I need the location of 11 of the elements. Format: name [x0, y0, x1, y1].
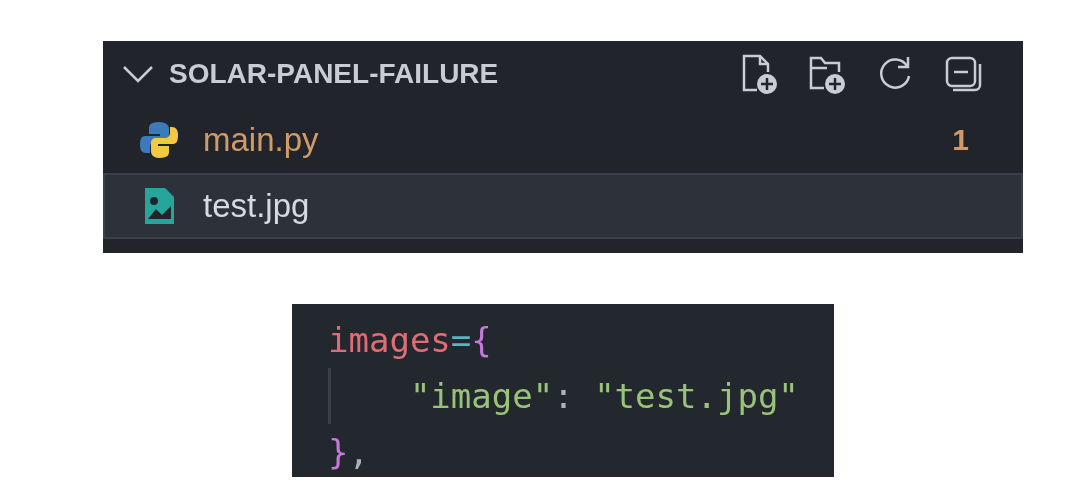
problem-count: 1 [952, 123, 969, 157]
folder-title[interactable]: SOLAR-PANEL-FAILURE [169, 58, 739, 90]
python-icon [139, 120, 179, 160]
code-line: }, [328, 432, 369, 472]
file-row[interactable]: main.py 1 [103, 107, 1023, 173]
file-row[interactable]: test.jpg [103, 173, 1023, 239]
code-line: images={ [328, 320, 492, 360]
code-line: "image": "test.jpg" [409, 376, 799, 416]
file-name: test.jpg [203, 187, 311, 225]
chevron-icon[interactable] [121, 64, 155, 84]
file-name: main.py [203, 121, 320, 159]
